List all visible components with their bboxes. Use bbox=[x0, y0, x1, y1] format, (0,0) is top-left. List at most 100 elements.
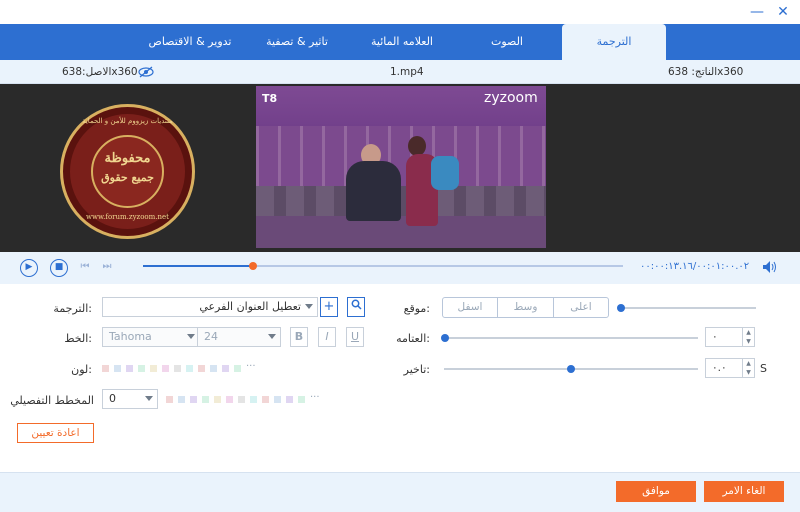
color-swatch[interactable] bbox=[210, 365, 217, 372]
opacity-label: العتامه: bbox=[396, 332, 430, 345]
search-icon bbox=[351, 299, 362, 310]
more-colors-icon[interactable]: ··· bbox=[246, 361, 256, 372]
backpack-graphic bbox=[431, 156, 459, 190]
position-bottom-option[interactable]: اسفل bbox=[442, 297, 498, 318]
stop-button[interactable]: ■ bbox=[50, 259, 68, 277]
chevron-down-icon bbox=[187, 334, 195, 339]
next-frame-icon[interactable]: ⏭ bbox=[100, 260, 114, 274]
color-swatch[interactable] bbox=[150, 365, 157, 372]
color-swatch[interactable] bbox=[202, 396, 209, 403]
man-figure-graphic bbox=[346, 161, 401, 221]
watermark-arc-text: منتديات زيزووم للأمن و الحماية bbox=[82, 117, 173, 125]
color-swatch[interactable] bbox=[274, 396, 281, 403]
opacity-slider[interactable] bbox=[444, 337, 698, 339]
color-swatch[interactable] bbox=[262, 396, 269, 403]
time-display: ٠٠:٠٠:١٣.١٦/٠٠:٠١:٠٠.٠٢ bbox=[640, 261, 750, 272]
video-frame: zyzoom T8 bbox=[256, 86, 546, 248]
file-name: 1.mp4 bbox=[390, 66, 424, 78]
subtitle-label: الترجمة: bbox=[53, 302, 92, 315]
playback-controls: ▶ ■ ⏮ ⏭ ٠٠:٠٠:١٣.١٦/٠٠:٠١:٠٠.٠٢ bbox=[0, 252, 800, 284]
chevron-down-icon bbox=[268, 334, 276, 339]
outline-label: المخطط التفصيلي bbox=[10, 394, 94, 407]
color-swatch[interactable] bbox=[126, 365, 133, 372]
progress-fill bbox=[143, 265, 254, 267]
tab-watermark[interactable]: العلامه المائية bbox=[350, 24, 454, 60]
chevron-down-icon bbox=[305, 304, 313, 309]
add-subtitle-button[interactable]: + bbox=[320, 297, 338, 317]
delay-input[interactable]: ٠.٠ ▲ ▼ bbox=[705, 358, 755, 378]
underline-button[interactable]: U bbox=[346, 327, 364, 347]
reset-button[interactable]: اعادة تعيين bbox=[17, 423, 94, 443]
color-swatch[interactable] bbox=[178, 396, 185, 403]
more-colors-icon[interactable]: ··· bbox=[310, 392, 320, 403]
video-logo: zyzoom bbox=[484, 90, 538, 106]
color-swatch[interactable] bbox=[214, 396, 221, 403]
close-button[interactable]: ✕ bbox=[774, 3, 792, 21]
outline-select[interactable]: 0 bbox=[102, 389, 158, 409]
watermark-url: www.forum.zyzoom.net bbox=[86, 213, 169, 221]
color-swatch[interactable] bbox=[198, 365, 205, 372]
watermark-seal: منتديات زيزووم للأمن و الحماية محفوظة جم… bbox=[60, 104, 195, 239]
color-swatch[interactable] bbox=[190, 396, 197, 403]
watermark-subtitle: جميع حقوق bbox=[101, 171, 154, 184]
channel-logo: T8 bbox=[262, 92, 278, 105]
ok-button[interactable]: موافق bbox=[616, 481, 696, 502]
watermark-title: محفوظة bbox=[104, 151, 151, 166]
position-label: موقع: bbox=[403, 302, 430, 315]
info-bar: الناتج: 638x360 1.mp4 الاصل:638x360 bbox=[0, 60, 800, 84]
color-swatch[interactable] bbox=[222, 365, 229, 372]
color-swatch[interactable] bbox=[298, 396, 305, 403]
delay-unit: S bbox=[760, 362, 767, 375]
color-swatch[interactable] bbox=[238, 396, 245, 403]
font-label: الخط: bbox=[64, 332, 92, 345]
font-size-select[interactable]: 24 bbox=[197, 327, 281, 347]
wall-graphic bbox=[256, 186, 546, 216]
title-bar: — ✕ bbox=[0, 0, 800, 24]
volume-icon[interactable] bbox=[762, 260, 778, 277]
cancel-button[interactable]: الغاء الامر bbox=[704, 481, 784, 502]
previous-frame-icon[interactable]: ⏮ bbox=[78, 260, 92, 274]
position-middle-option[interactable]: وسط bbox=[497, 297, 554, 318]
color-swatch[interactable] bbox=[174, 365, 181, 372]
output-resolution: الناتج: 638x360 bbox=[668, 66, 744, 78]
woman-head-graphic bbox=[408, 136, 426, 156]
font-family-select[interactable]: Tahoma bbox=[102, 327, 200, 347]
ground-graphic bbox=[256, 216, 546, 248]
chevron-down-icon bbox=[145, 396, 153, 401]
opacity-input[interactable]: ٠ ▲ ▼ bbox=[705, 327, 755, 347]
play-button[interactable]: ▶ bbox=[20, 259, 38, 277]
fence-graphic bbox=[256, 126, 546, 186]
tab-effect-filter[interactable]: تاثير & تصفية bbox=[245, 24, 349, 60]
color-swatch[interactable] bbox=[186, 365, 193, 372]
bold-button[interactable]: B bbox=[290, 327, 308, 347]
subtitle-select[interactable]: تعطيل العنوان الفرعي bbox=[102, 297, 318, 317]
color-swatch[interactable] bbox=[286, 396, 293, 403]
tab-subtitle[interactable]: الترجمة bbox=[562, 24, 666, 60]
tab-bar: الترجمة الصوت العلامه المائية تاثير & تص… bbox=[0, 24, 800, 60]
color-swatch[interactable] bbox=[226, 396, 233, 403]
delay-label: تاخير: bbox=[403, 363, 430, 376]
minimize-button[interactable]: — bbox=[748, 3, 766, 21]
color-swatch[interactable] bbox=[250, 396, 257, 403]
spin-arrows-icon[interactable]: ▲ ▼ bbox=[742, 359, 754, 377]
subtitle-editor-window: — ✕ الترجمة الصوت العلامه المائية تاثير … bbox=[0, 0, 800, 512]
eye-icon[interactable] bbox=[138, 65, 154, 82]
color-swatch[interactable] bbox=[166, 396, 173, 403]
position-slider-knob[interactable] bbox=[617, 304, 625, 312]
color-label: لون: bbox=[71, 363, 92, 376]
color-swatch[interactable] bbox=[162, 365, 169, 372]
opacity-slider-knob[interactable] bbox=[441, 334, 449, 342]
color-swatch[interactable] bbox=[114, 365, 121, 372]
position-top-option[interactable]: اعلى bbox=[553, 297, 609, 318]
color-swatch[interactable] bbox=[234, 365, 241, 372]
color-swatch[interactable] bbox=[102, 365, 109, 372]
tab-audio[interactable]: الصوت bbox=[455, 24, 559, 60]
search-subtitle-button[interactable] bbox=[347, 297, 365, 317]
source-resolution: الاصل:638x360 bbox=[62, 66, 138, 78]
delay-slider-knob[interactable] bbox=[567, 365, 575, 373]
italic-button[interactable]: I bbox=[318, 327, 336, 347]
tab-rotate-crop[interactable]: تدوير & الاقتصاص bbox=[135, 24, 245, 60]
spin-arrows-icon[interactable]: ▲ ▼ bbox=[742, 328, 754, 346]
position-slider[interactable] bbox=[620, 307, 756, 309]
color-swatch[interactable] bbox=[138, 365, 145, 372]
